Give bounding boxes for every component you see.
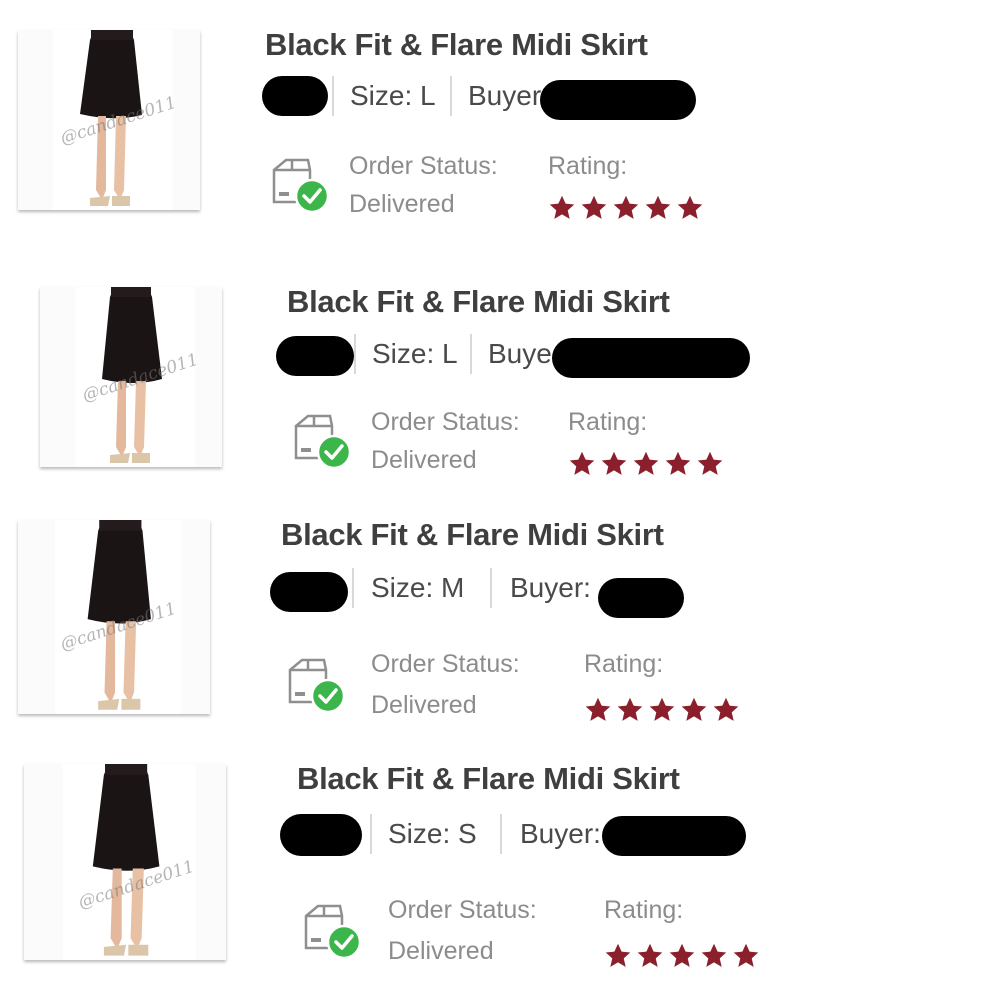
divider	[490, 568, 492, 608]
star-icon	[697, 451, 723, 475]
star-icon	[665, 451, 691, 475]
rating-label: Rating:	[584, 650, 664, 678]
star-icon	[649, 697, 675, 721]
star-icon	[681, 697, 707, 721]
redacted-block	[270, 572, 348, 612]
size-label: Size: S	[388, 818, 477, 849]
star-icon	[669, 943, 695, 967]
buyer-label: Buyer:	[520, 818, 601, 849]
redacted-block	[276, 336, 354, 376]
order-status-value: Delivered	[388, 937, 494, 965]
star-icon	[713, 697, 739, 721]
divider	[370, 814, 372, 854]
redacted-buyer-name	[598, 578, 684, 618]
delivered-box-check-icon	[304, 904, 362, 960]
buyer-label: Buye	[488, 338, 552, 369]
delivered-box-check-icon	[294, 414, 352, 470]
order-status-label: Order Status:	[371, 408, 520, 436]
order-item: @candace011 Black Fit & Flare Midi Skirt…	[0, 0, 1000, 967]
divider	[470, 334, 472, 374]
product-title[interactable]: Black Fit & Flare Midi Skirt	[287, 284, 670, 320]
rating-stars	[584, 696, 744, 724]
buyer-label: Buyer:	[510, 572, 591, 603]
delivered-box-check-icon	[288, 658, 346, 714]
product-thumbnail[interactable]: @candace011	[40, 287, 222, 467]
star-icon	[617, 697, 643, 721]
star-icon	[633, 451, 659, 475]
size-label: Size: M	[371, 572, 465, 603]
order-status-label: Order Status:	[371, 650, 520, 678]
product-thumbnail[interactable]: @candace011	[18, 520, 210, 714]
rating-stars	[568, 450, 728, 478]
star-icon	[637, 943, 663, 967]
star-icon	[701, 943, 727, 967]
star-icon	[601, 451, 627, 475]
product-title[interactable]: Black Fit & Flare Midi Skirt	[297, 761, 680, 797]
rating-label: Rating:	[604, 896, 684, 924]
rating-label: Rating:	[568, 408, 648, 436]
star-icon	[605, 943, 631, 967]
product-thumbnail[interactable]: @candace011	[24, 764, 226, 960]
size-label: Size: L	[372, 338, 458, 369]
redacted-buyer-name	[602, 816, 746, 856]
redacted-block	[280, 814, 362, 856]
redacted-buyer-name	[552, 338, 750, 378]
order-status-label: Order Status:	[388, 896, 537, 924]
order-status-value: Delivered	[371, 446, 477, 474]
star-icon	[733, 943, 759, 967]
divider	[500, 814, 502, 854]
star-icon	[569, 451, 595, 475]
divider	[354, 334, 356, 374]
order-status-value: Delivered	[371, 691, 477, 719]
rating-stars	[604, 942, 764, 970]
divider	[352, 568, 354, 608]
skirt-photo	[62, 764, 197, 960]
star-icon	[585, 697, 611, 721]
product-title[interactable]: Black Fit & Flare Midi Skirt	[281, 517, 664, 553]
